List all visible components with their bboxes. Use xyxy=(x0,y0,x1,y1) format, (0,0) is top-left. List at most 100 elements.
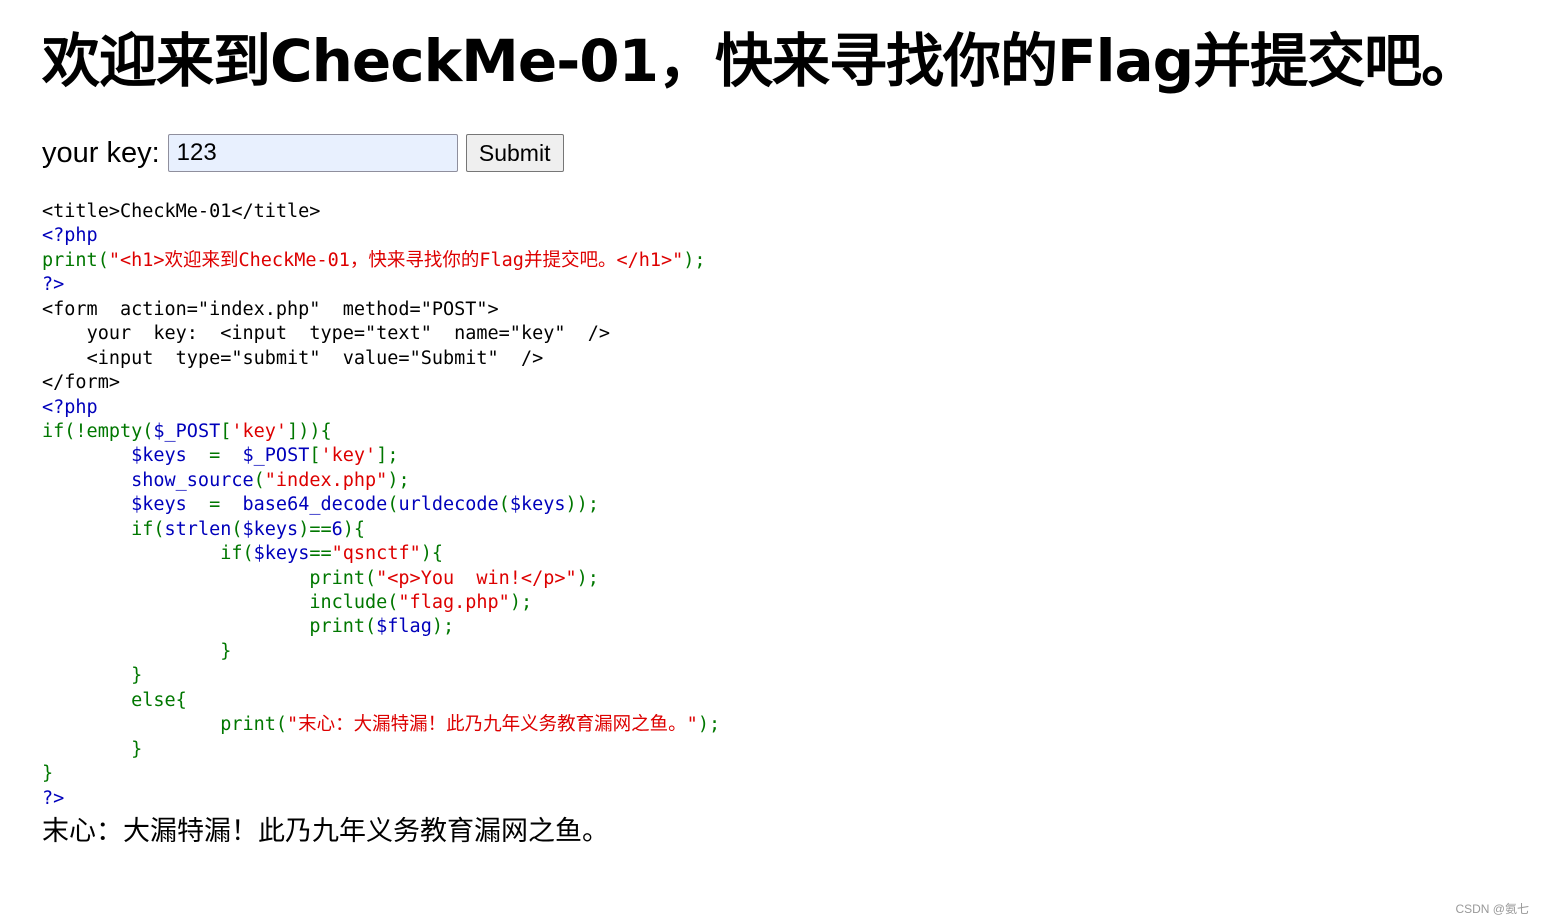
code-line: } xyxy=(42,738,720,762)
code-token: ); xyxy=(387,469,410,491)
code-line: } xyxy=(42,640,720,664)
code-token: "index.php" xyxy=(264,469,388,491)
code-token: 'key' xyxy=(320,445,377,467)
code-line: print($flag); xyxy=(42,615,720,639)
code-line: show_source("index.php"); xyxy=(42,469,720,493)
code-token: else{ xyxy=(131,689,187,711)
code-token: print( xyxy=(309,616,377,638)
code-token: show_source xyxy=(131,469,254,491)
code-line: } xyxy=(42,762,720,786)
code-token: </form> xyxy=(42,372,120,394)
code-line: print("末心：大漏特漏！此乃九年义务教育漏网之鱼。"); xyxy=(42,713,720,737)
code-line: your key: <input type="text" name="key" … xyxy=(42,322,720,346)
code-token: ( xyxy=(498,494,510,516)
code-token: urldecode xyxy=(398,494,499,516)
code-token: strlen xyxy=(164,518,232,540)
code-token: include( xyxy=(309,592,399,613)
code-token: $keys xyxy=(242,518,299,540)
code-token: } xyxy=(131,738,143,760)
code-token: base64_decode xyxy=(242,494,388,516)
code-token: <title>CheckMe-01</title> xyxy=(42,201,321,222)
code-line: <form action="index.php" method="POST"> xyxy=(42,298,720,322)
code-token: ])){ xyxy=(287,420,332,442)
code-line: print("<h1>欢迎来到CheckMe-01，快来寻找你的Flag并提交吧… xyxy=(42,249,720,273)
code-token: "末心：大漏特漏！此乃九年义务教育漏网之鱼。" xyxy=(287,714,698,736)
code-token: print( xyxy=(42,249,109,271)
code-line: ?> xyxy=(42,273,720,297)
code-token: 'key' xyxy=(231,420,288,442)
code-token: "qsnctf" xyxy=(331,543,421,565)
code-token: ); xyxy=(576,567,599,589)
code-token: print( xyxy=(220,714,288,736)
code-token: = xyxy=(186,494,243,516)
code-token: if( xyxy=(220,543,254,565)
code-line: <?php xyxy=(42,396,720,420)
code-line: if(strlen($keys)==6){ xyxy=(42,518,720,542)
code-token: <form action="index.php" method="POST"> xyxy=(42,298,499,320)
code-line: $keys = $_POST['key']; xyxy=(42,444,720,468)
page-title: 欢迎来到CheckMe-01，快来寻找你的Flag并提交吧。 xyxy=(42,27,1479,95)
code-line: </form> xyxy=(42,371,720,395)
code-token: ); xyxy=(697,714,721,736)
code-token: ?> xyxy=(42,274,65,296)
code-token: 6 xyxy=(331,518,343,540)
code-line: <input type="submit" value="Submit" /> xyxy=(42,347,720,371)
code-token: if( xyxy=(131,518,165,540)
submit-button[interactable]: Submit xyxy=(465,134,564,172)
code-token: ]; xyxy=(376,445,399,467)
code-line: <title>CheckMe-01</title> xyxy=(42,200,720,224)
code-token: ); xyxy=(683,249,706,271)
code-line: } xyxy=(42,664,720,688)
code-line: if($keys=="qsnctf"){ xyxy=(42,542,720,566)
code-token: == xyxy=(309,543,332,565)
code-token: ){ xyxy=(420,543,444,565)
code-token: )== xyxy=(298,518,332,540)
code-token: $keys xyxy=(131,494,187,516)
code-token: <?php xyxy=(42,396,98,418)
code-token: ( xyxy=(387,494,399,516)
code-token: = xyxy=(186,445,243,467)
code-token: $keys xyxy=(131,445,187,467)
code-line: <?php xyxy=(42,224,720,248)
code-token: [ xyxy=(309,445,321,467)
code-token: ?> xyxy=(42,787,65,809)
code-token: print( xyxy=(309,567,377,589)
code-token: "<h1>欢迎来到CheckMe-01，快来寻找你的Flag并提交吧。</h1>… xyxy=(108,249,684,271)
code-token: <?php xyxy=(42,225,98,247)
code-token: your key: <input type="text" name="key" … xyxy=(86,323,611,345)
code-line: if(!empty($_POST['key'])){ xyxy=(42,420,720,444)
code-token: ); xyxy=(431,616,455,638)
code-token: } xyxy=(42,763,54,785)
watermark: CSDN @氨七 xyxy=(1455,902,1529,916)
code-token: $keys xyxy=(253,543,310,565)
code-line: ?> xyxy=(42,787,720,811)
code-token: $_POST xyxy=(242,445,310,467)
code-token: [ xyxy=(220,420,232,442)
code-token: } xyxy=(131,665,143,687)
code-line: else{ xyxy=(42,689,720,713)
code-token: "flag.php" xyxy=(398,592,510,613)
code-token: )); xyxy=(565,494,599,516)
code-line: $keys = base64_decode(urldecode($keys)); xyxy=(42,493,720,517)
key-input[interactable] xyxy=(167,134,458,172)
code-token: <input type="submit" value="Submit" /> xyxy=(86,347,544,369)
code-token: ); xyxy=(509,592,533,613)
code-token: } xyxy=(220,640,232,662)
code-token: $keys xyxy=(509,494,566,516)
key-form: your key: Submit xyxy=(42,131,564,175)
code-token: ){ xyxy=(342,518,366,540)
source-code-block: <title>CheckMe-01</title> <?php print("<h1… xyxy=(42,200,720,811)
